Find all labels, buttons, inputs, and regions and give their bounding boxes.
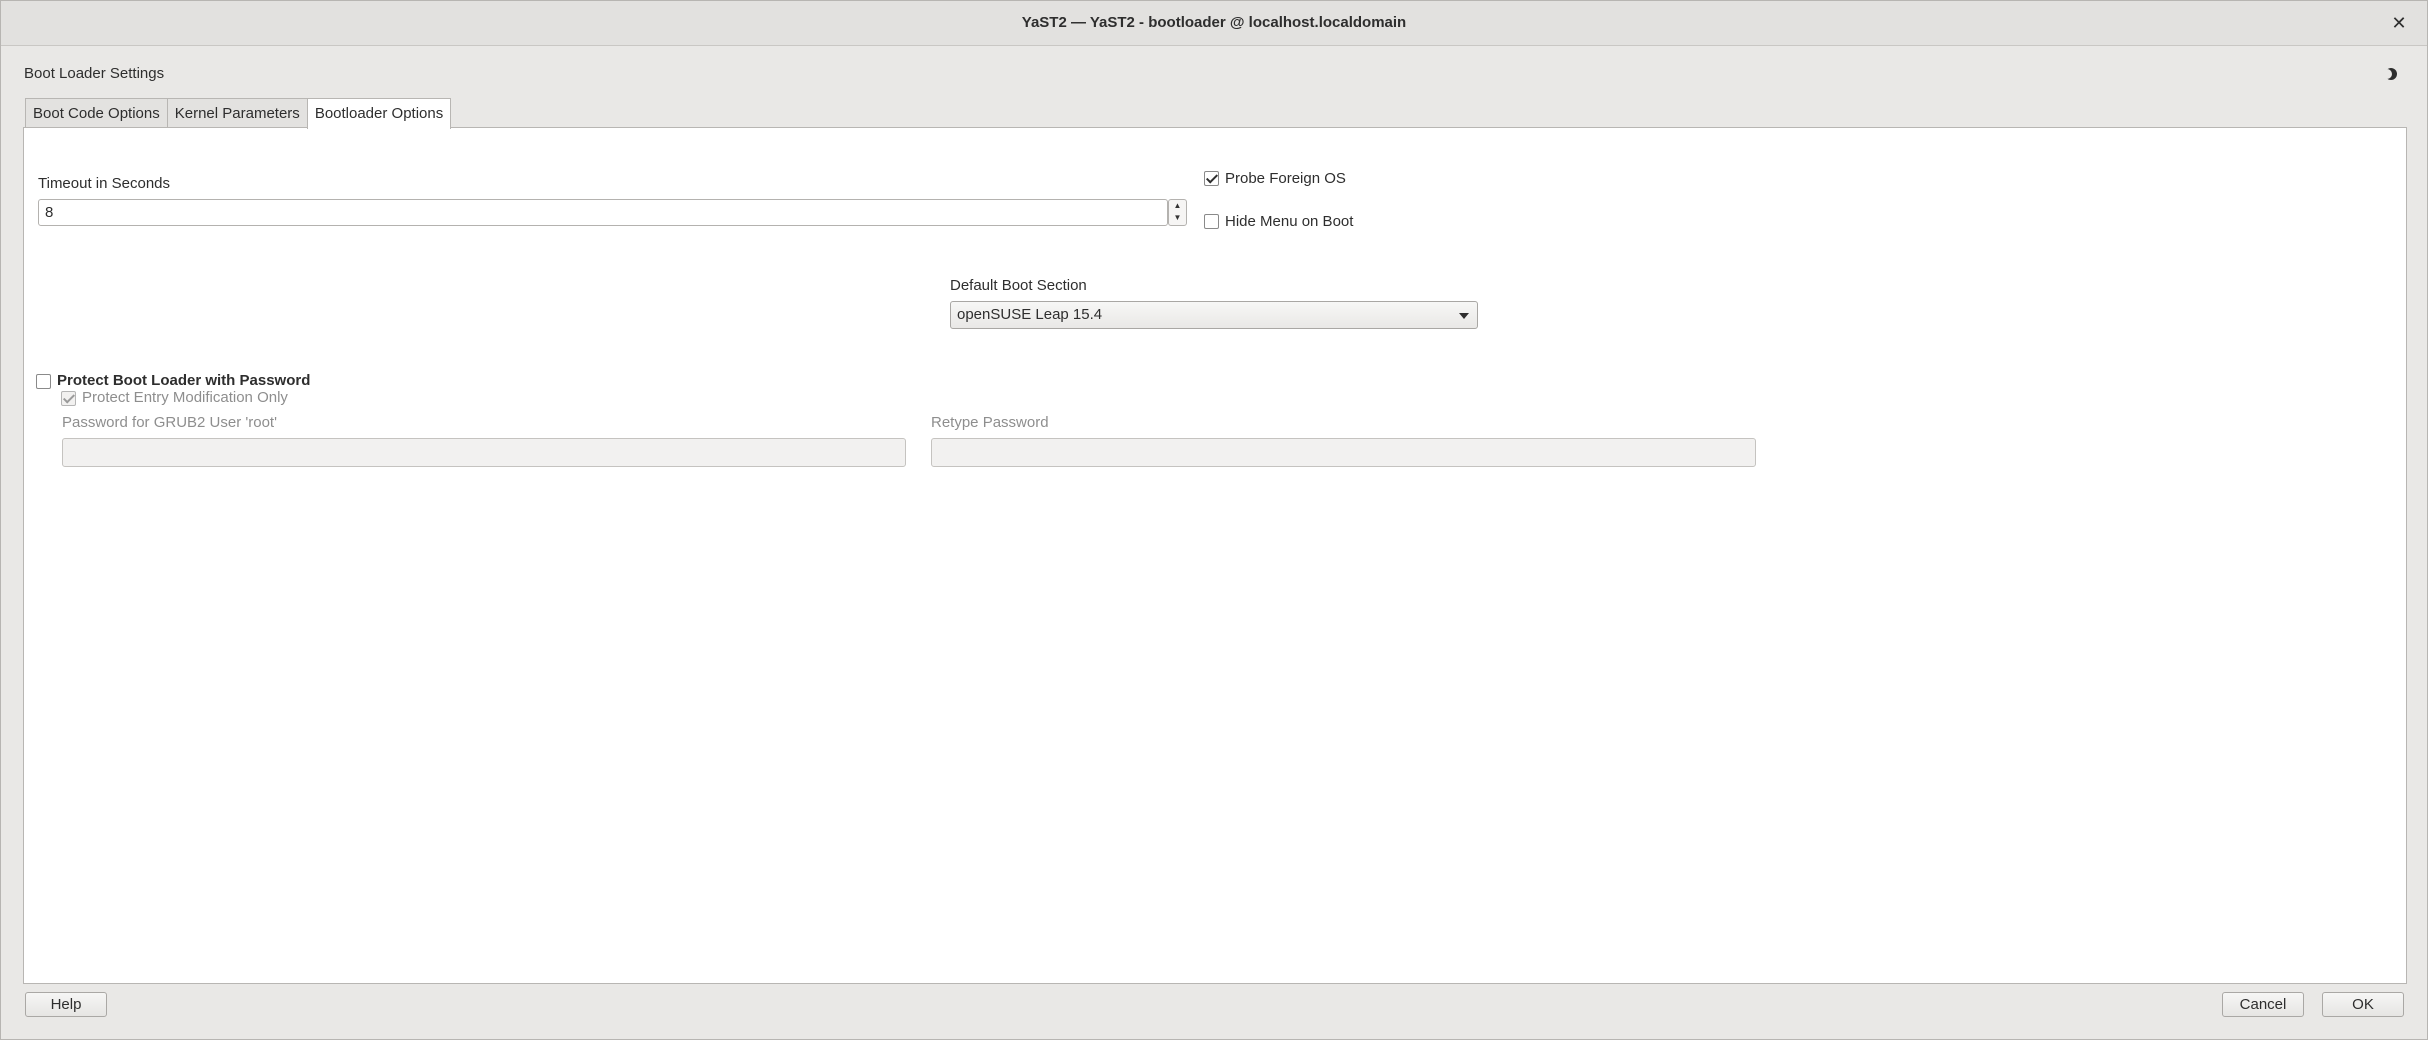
- tab-kernel-parameters[interactable]: Kernel Parameters: [166, 98, 308, 128]
- default-boot-section-label: Default Boot Section: [950, 277, 1087, 294]
- cancel-button[interactable]: Cancel: [2222, 992, 2304, 1017]
- retype-password-input[interactable]: [931, 438, 1756, 467]
- tab-boot-code-options[interactable]: Boot Code Options: [25, 98, 168, 128]
- probe-foreign-os-checkbox[interactable]: [1204, 171, 1219, 186]
- ok-button[interactable]: OK: [2322, 992, 2404, 1017]
- window-title: YaST2 — YaST2 - bootloader @ localhost.l…: [1021, 14, 1407, 31]
- tab-bar: Boot Code Options Kernel Parameters Boot…: [25, 98, 452, 129]
- timeout-label: Timeout in Seconds: [38, 175, 171, 192]
- hide-menu-on-boot-label[interactable]: Hide Menu on Boot: [1225, 213, 1353, 230]
- default-boot-section-select[interactable]: openSUSE Leap 15.4: [950, 301, 1478, 329]
- bootloader-options-panel: [23, 127, 2407, 984]
- probe-foreign-os-label[interactable]: Probe Foreign OS: [1225, 170, 1346, 187]
- protect-entry-only-checkbox[interactable]: [61, 391, 76, 406]
- protect-boot-loader-label[interactable]: Protect Boot Loader with Password: [57, 372, 310, 389]
- hide-menu-on-boot-checkbox[interactable]: [1204, 214, 1219, 229]
- dialog-heading: Boot Loader Settings: [24, 65, 165, 82]
- protect-boot-loader-checkbox[interactable]: [36, 374, 51, 389]
- timeout-input[interactable]: 8: [38, 199, 1168, 226]
- close-icon[interactable]: ✕: [2387, 11, 2411, 35]
- spin-up-icon[interactable]: ▲: [1169, 200, 1186, 212]
- help-button[interactable]: Help: [25, 992, 107, 1017]
- timeout-spinner[interactable]: ▲ ▼: [1168, 199, 1187, 226]
- title-bar[interactable]: YaST2 — YaST2 - bootloader @ localhost.l…: [1, 1, 2427, 46]
- retype-password-label: Retype Password: [931, 414, 1049, 431]
- protect-entry-only-label: Protect Entry Modification Only: [82, 389, 288, 406]
- yast-window: YaST2 — YaST2 - bootloader @ localhost.l…: [0, 0, 2428, 1040]
- dropdown-arrow-icon: [1459, 313, 1469, 319]
- half-moon-icon: [2383, 68, 2397, 80]
- default-boot-section-value: openSUSE Leap 15.4: [957, 306, 1103, 323]
- spin-down-icon[interactable]: ▼: [1169, 212, 1186, 224]
- password-input[interactable]: [62, 438, 906, 467]
- tab-bootloader-options[interactable]: Bootloader Options: [306, 98, 452, 129]
- password-label: Password for GRUB2 User 'root': [62, 414, 277, 431]
